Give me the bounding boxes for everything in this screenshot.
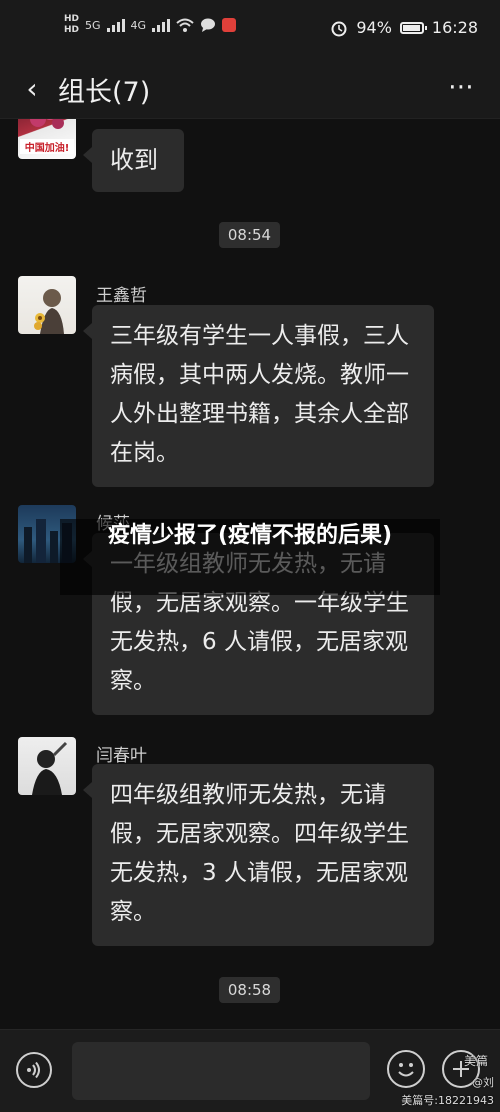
network-label-1: 5G [85, 18, 101, 32]
avatar-caption: 中国加油! [20, 139, 74, 154]
message-bubble[interactable]: 三年级有学生一人事假，三人病假，其中两人发烧。教师一人外出整理书籍，其余人全部在… [83, 305, 434, 487]
chat-notification-icon [201, 18, 216, 32]
back-icon: ‹ [26, 71, 38, 105]
avatar[interactable]: 中国加油! [18, 119, 76, 159]
person-avatar-icon [32, 741, 68, 795]
clock: 16:28 [431, 18, 478, 37]
voice-icon [27, 1061, 40, 1079]
avatar[interactable] [18, 276, 76, 334]
alarm-icon [331, 21, 347, 36]
watermark-author: @刘 [472, 1076, 494, 1089]
flower-image-icon [30, 119, 64, 129]
message-text: 三年级有学生一人事假，三人病假，其中两人发烧。教师一人外出整理书籍，其余人全部在… [110, 323, 409, 466]
avatar[interactable] [18, 737, 76, 795]
person-avatar-icon [34, 289, 64, 334]
wifi-icon [176, 18, 194, 32]
app-notification-icon [222, 18, 237, 32]
signal-icon [106, 18, 125, 32]
battery-fill [402, 24, 420, 31]
hd-label-1: HD [64, 14, 80, 24]
watermark-id: 美篇号:18221943 [401, 1094, 494, 1107]
message-input[interactable] [72, 1042, 370, 1100]
sender-name: 闫春叶 [96, 746, 147, 766]
timestamp: 08:54 [219, 222, 280, 248]
emoji-button[interactable] [387, 1050, 425, 1088]
watermark-brand: 美篇 [463, 1054, 488, 1068]
back-button[interactable]: ‹ [14, 68, 50, 108]
message-bubble[interactable]: 收到 [83, 129, 184, 192]
headline-overlay: 疫情少报了(疫情不报的后果) [107, 523, 393, 548]
battery-icon [399, 21, 427, 34]
timestamp: 08:58 [219, 977, 280, 1003]
chat-title: 组长(7) [58, 77, 151, 108]
more-options-icon[interactable]: ⋯ [448, 72, 476, 102]
sender-name: 王鑫哲 [96, 286, 147, 306]
hd-icon: HD HD [64, 14, 79, 36]
status-left: HD HD 5G 4G [64, 14, 237, 36]
network-label-2: 4G [130, 18, 147, 32]
voice-button[interactable] [16, 1052, 52, 1088]
emoji-icon [398, 1063, 414, 1077]
chat-header: ‹ 组长(7) ⋯ [0, 60, 500, 119]
signal-icon-2 [152, 18, 171, 32]
battery-percent: 94% [356, 18, 392, 37]
message-bubble[interactable]: 四年级组教师无发热，无请假，无居家观察。四年级学生无发热，3 人请假，无居家观察… [83, 764, 434, 946]
message-text: 四年级组教师无发热，无请假，无居家观察。四年级学生无发热，3 人请假，无居家观察… [110, 782, 409, 925]
status-right: 94% 16:28 [330, 18, 478, 37]
hd-label-2: HD [64, 25, 80, 35]
message-text: 收到 [110, 146, 158, 174]
status-bar: HD HD 5G 4G 94% 16:28 [0, 0, 500, 60]
input-bar: 美篇 @刘 美篇号:18221943 [0, 1029, 500, 1112]
